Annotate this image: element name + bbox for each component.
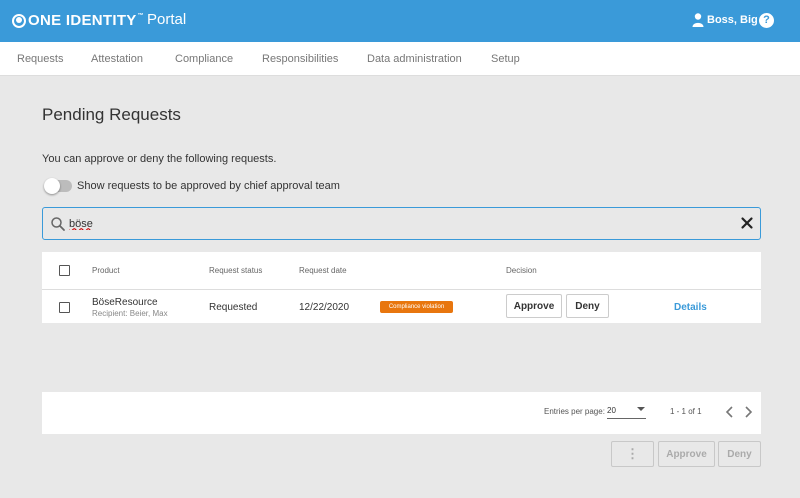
chevron-down-icon [637, 407, 645, 411]
row-checkbox[interactable] [59, 302, 70, 313]
next-page-icon[interactable] [742, 405, 754, 419]
approve-button[interactable]: Approve [506, 294, 562, 318]
brand-text: ONE IDENTITY [28, 12, 137, 29]
column-header-status[interactable]: Request status [209, 266, 262, 275]
product-name: BöseResource [92, 297, 158, 308]
search-icon [51, 217, 65, 231]
logo-mark-icon [12, 13, 26, 28]
search-input[interactable] [69, 215, 709, 232]
column-header-date[interactable]: Request date [299, 266, 347, 275]
pagination-bar: Entries per page: 20 1 - 1 of 1 [42, 392, 761, 434]
request-status: Requested [209, 302, 258, 313]
previous-page-icon[interactable] [724, 405, 736, 419]
recipient-text: Recipient: Beier, Max [92, 309, 168, 318]
chief-approval-toggle-row[interactable]: Show requests to be approved by chief ap… [44, 178, 340, 194]
user-icon [692, 13, 704, 27]
toggle-knob [44, 178, 60, 194]
user-name: Boss, Big [707, 14, 758, 26]
select-all-checkbox[interactable] [59, 265, 70, 276]
bulk-deny-button[interactable]: Deny [718, 441, 761, 467]
nav-item-compliance[interactable]: Compliance [175, 53, 233, 65]
table-header: Product Request status Request date Deci… [42, 252, 761, 290]
app-title: Portal [147, 11, 187, 28]
entries-per-page-label: Entries per page: [544, 407, 605, 416]
column-header-product[interactable]: Product [92, 266, 120, 275]
entries-per-page-value: 20 [607, 406, 616, 415]
requests-table: Product Request status Request date Deci… [42, 252, 761, 323]
chief-approval-toggle[interactable] [44, 178, 72, 194]
bulk-approve-button[interactable]: Approve [658, 441, 715, 467]
nav-item-responsibilities[interactable]: Responsibilities [262, 53, 338, 65]
brand-logo[interactable]: ONE IDENTITY ™ [12, 12, 144, 29]
app-header: ONE IDENTITY ™ Portal Boss, Big ? [0, 0, 800, 42]
nav-item-requests[interactable]: Requests [17, 53, 63, 65]
close-icon[interactable] [739, 215, 755, 231]
toggle-label: Show requests to be approved by chief ap… [77, 180, 340, 192]
nav-item-data-administration[interactable]: Data administration [367, 53, 462, 65]
request-date: 12/22/2020 [299, 302, 350, 313]
help-icon[interactable]: ? [759, 13, 774, 28]
column-header-decision: Decision [506, 266, 537, 275]
search-box [42, 207, 761, 240]
intro-text: You can approve or deny the following re… [42, 153, 277, 165]
nav-item-attestation[interactable]: Attestation [91, 53, 143, 65]
more-actions-button[interactable]: ⋮ [611, 441, 654, 467]
page-range: 1 - 1 of 1 [670, 407, 702, 416]
deny-button[interactable]: Deny [566, 294, 609, 318]
nav-item-setup[interactable]: Setup [491, 53, 520, 65]
main-nav: Requests Attestation Compliance Responsi… [0, 42, 800, 76]
user-menu[interactable]: Boss, Big [692, 13, 758, 27]
page-title: Pending Requests [42, 105, 181, 124]
details-link[interactable]: Details [674, 302, 707, 313]
compliance-violation-badge[interactable]: Compliance violation [380, 301, 453, 313]
entries-per-page-select[interactable]: 20 [607, 403, 646, 419]
